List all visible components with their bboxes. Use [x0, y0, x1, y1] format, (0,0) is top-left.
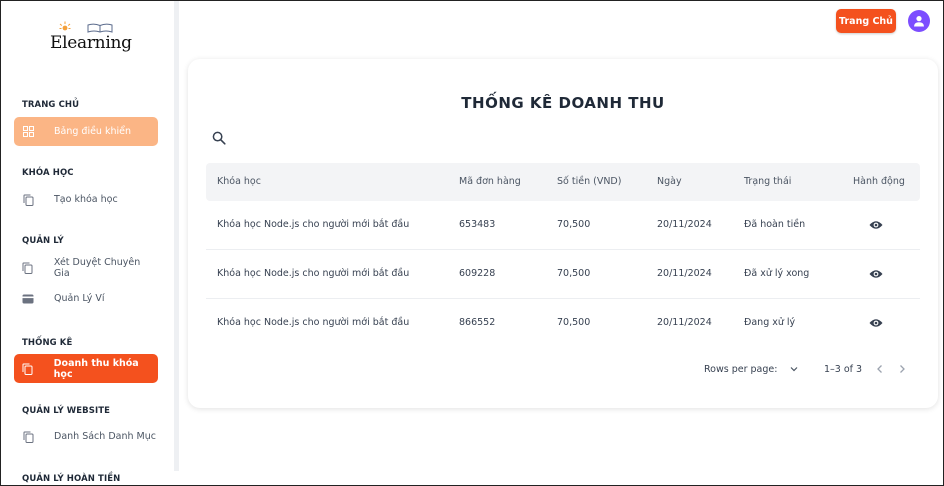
logo-text: Elearning: [50, 33, 132, 53]
column-header[interactable]: Trạng thái: [744, 163, 791, 201]
dashboard-icon: [22, 126, 34, 138]
revenue-card: THỐNG KÊ DOANH THU Khóa học Mã đơn hàng …: [188, 59, 938, 408]
table-row: Khóa học Node.js cho người mới bắt đầu 8…: [206, 299, 920, 348]
section-title-manage: QUẢN LÝ: [22, 236, 64, 246]
eye-icon[interactable]: [869, 219, 883, 231]
sidebar-item-create-course[interactable]: Tạo khóa học: [14, 185, 158, 214]
section-title-home: TRANG CHỦ: [22, 100, 80, 110]
cell-date: 20/11/2024: [657, 219, 712, 230]
cell-status: Đã xử lý xong: [744, 268, 810, 279]
copy-icon: [22, 262, 34, 274]
sun-icon: [59, 21, 71, 31]
cell-amount: 70,500: [557, 219, 591, 230]
user-icon: [914, 16, 924, 27]
chevron-down-icon[interactable]: [790, 366, 798, 372]
sidebar-item-expert-review[interactable]: Xét Duyệt Chuyên Gia: [14, 253, 158, 282]
chevron-right-icon[interactable]: [897, 364, 907, 374]
cell-order-id: 866552: [459, 317, 496, 328]
cell-date: 20/11/2024: [657, 268, 712, 279]
column-header[interactable]: Khóa học: [217, 163, 261, 201]
column-header[interactable]: Hành động: [853, 163, 905, 201]
column-header[interactable]: Mã đơn hàng: [459, 163, 521, 201]
column-header[interactable]: Ngày: [657, 163, 682, 201]
sidebar-item-label: Bảng điều khiển: [54, 126, 131, 137]
copy-icon: [22, 363, 34, 375]
cell-course: Khóa học Node.js cho người mới bắt đầu: [217, 219, 410, 230]
table-header: Khóa học Mã đơn hàng Số tiền (VND) Ngày …: [206, 163, 920, 201]
cell-status: Đã hoàn tiền: [744, 219, 806, 230]
page-title: THỐNG KÊ DOANH THU: [461, 94, 665, 112]
cell-amount: 70,500: [557, 317, 591, 328]
eye-icon[interactable]: [869, 317, 883, 329]
sidebar-item-label: Doanh thu khóa học: [53, 357, 139, 380]
sidebar-item-label: Tạo khóa học: [54, 194, 118, 205]
table-row: Khóa học Node.js cho người mới bắt đầu 6…: [206, 201, 920, 250]
sidebar-item-course-revenue[interactable]: Doanh thu khóa học: [14, 354, 158, 383]
copy-icon: [22, 431, 34, 443]
rows-per-page-label: Rows per page:: [704, 364, 778, 375]
pagination-range: 1–3 of 3: [824, 364, 863, 375]
sidebar-item-label: Xét Duyệt Chuyên Gia: [53, 256, 141, 279]
section-title-website: QUẢN LÝ WEBSITE: [22, 406, 111, 416]
eye-icon[interactable]: [869, 268, 883, 280]
logo[interactable]: Elearning: [49, 21, 132, 55]
table-row: Khóa học Node.js cho người mới bắt đầu 6…: [206, 250, 920, 299]
chevron-left-icon[interactable]: [875, 364, 885, 374]
section-title-statistics: THỐNG KÊ: [22, 338, 73, 348]
wallet-icon: [22, 293, 34, 305]
copy-icon: [22, 194, 34, 206]
cell-order-id: 609228: [459, 268, 496, 279]
section-title-courses: KHÓA HỌC: [22, 168, 74, 178]
section-title-refund: QUẢN LÝ HOÀN TIỀN: [22, 474, 121, 484]
cell-status: Đang xử lý: [744, 317, 796, 328]
search-icon[interactable]: [212, 131, 226, 145]
avatar[interactable]: [908, 10, 930, 32]
home-button[interactable]: Trang Chủ: [836, 9, 896, 33]
cell-amount: 70,500: [557, 268, 591, 279]
cell-course: Khóa học Node.js cho người mới bắt đầu: [217, 268, 410, 279]
sidebar: Elearning TRANG CHỦ Bảng điều khiển KHÓA…: [1, 1, 174, 485]
sidebar-item-dashboard[interactable]: Bảng điều khiển: [14, 117, 158, 146]
cell-order-id: 653483: [459, 219, 496, 230]
cell-date: 20/11/2024: [657, 317, 712, 328]
sidebar-item-category-list[interactable]: Danh Sách Danh Mục: [14, 422, 158, 451]
sidebar-scrollbar[interactable]: [174, 1, 179, 471]
book-icon: [87, 23, 113, 33]
cell-course: Khóa học Node.js cho người mới bắt đầu: [217, 317, 410, 328]
column-header[interactable]: Số tiền (VND): [557, 163, 621, 201]
sidebar-item-wallet[interactable]: Quản Lý Ví: [14, 284, 158, 313]
sidebar-item-label: Quản Lý Ví: [54, 293, 105, 304]
sidebar-item-label: Danh Sách Danh Mục: [54, 431, 156, 442]
